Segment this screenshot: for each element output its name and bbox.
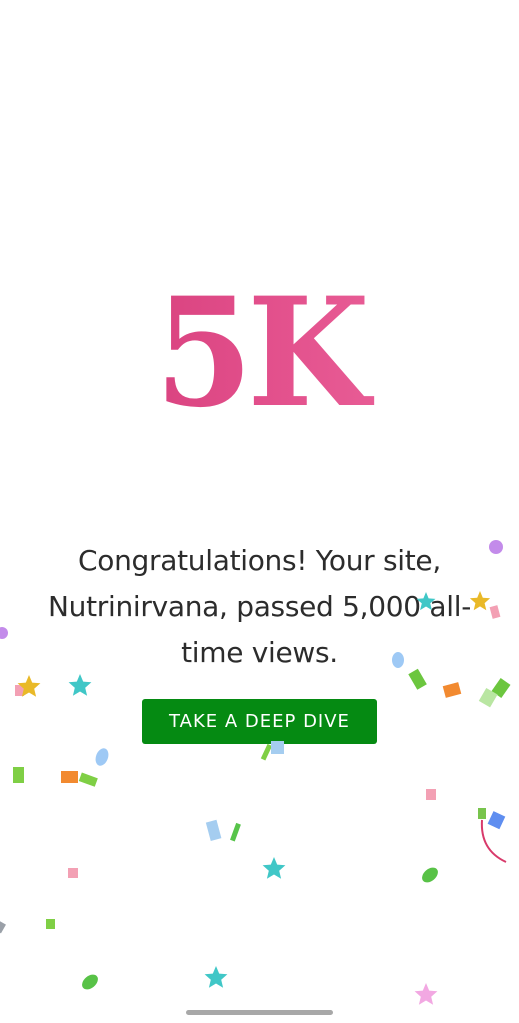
home-indicator	[186, 1010, 333, 1015]
congratulations-message: Congratulations! Your site, Nutrinirvana…	[47, 544, 472, 669]
confetti-icon	[0, 540, 511, 1005]
take-a-deep-dive-button[interactable]: TAKE A DEEP DIVE	[142, 699, 377, 744]
milestone-badge: 5K	[16, 268, 504, 438]
